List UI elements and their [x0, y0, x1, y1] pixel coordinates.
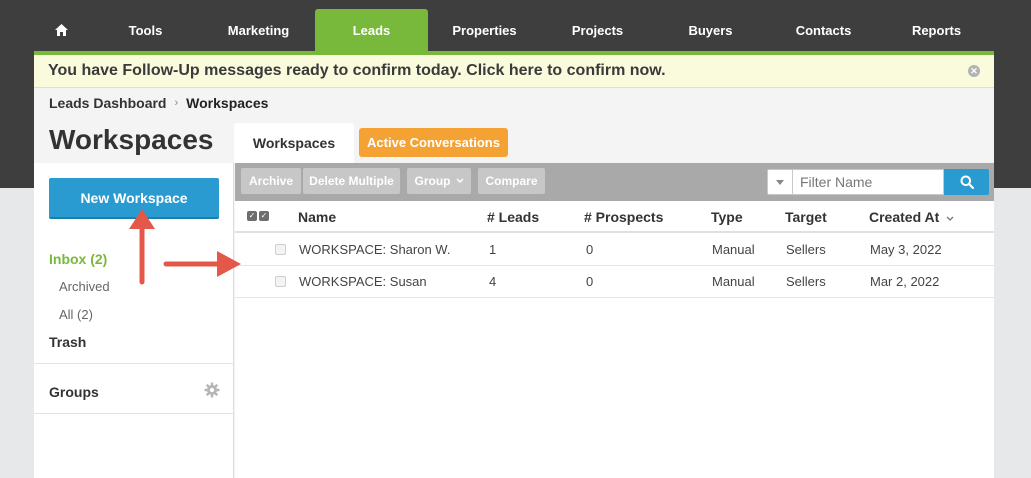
sidebar-divider [34, 363, 234, 364]
tab-workspaces[interactable]: Workspaces [234, 123, 354, 163]
filter-dropdown[interactable] [767, 169, 793, 195]
nav-properties[interactable]: Properties [428, 9, 541, 51]
sidebar-item-trash[interactable]: Trash [49, 334, 86, 350]
nav-reports[interactable]: Reports [880, 9, 993, 51]
row-checkbox[interactable] [275, 244, 286, 255]
chevron-down-icon [455, 178, 464, 184]
sidebar-item-inbox[interactable]: Inbox (2) [49, 251, 107, 267]
main-nav: Tools Marketing Leads Properties Project… [34, 9, 994, 51]
sidebar-item-all[interactable]: All (2) [59, 307, 93, 322]
group-dropdown-button[interactable]: Group [407, 168, 471, 194]
select-all-checkbox[interactable]: ✓ [247, 211, 257, 221]
banner-text[interactable]: You have Follow-Up messages ready to con… [48, 62, 666, 80]
close-icon[interactable]: ✕ [968, 65, 980, 77]
sidebar-groups-heading: Groups [49, 384, 99, 400]
page-title: Workspaces [49, 124, 214, 155]
nav-leads[interactable]: Leads [315, 9, 428, 51]
table-row[interactable]: WORKSPACE: Sharon W. 1 0 Manual Sellers … [235, 234, 994, 266]
created-at-label: Created At [869, 209, 940, 225]
row-leads: 1 [489, 242, 497, 257]
row-name[interactable]: WORKSPACE: Sharon W. [299, 242, 450, 257]
column-header-leads[interactable]: # Leads [487, 209, 539, 225]
breadcrumb-current: Workspaces [186, 95, 269, 111]
table-header: ✓ ✓ Name # Leads # Prospects Type Target… [235, 201, 994, 233]
column-header-created-at[interactable]: Created At [869, 209, 954, 225]
search-button[interactable] [944, 169, 989, 195]
column-header-type[interactable]: Type [711, 209, 743, 225]
row-target: Sellers [786, 274, 826, 289]
row-prospects: 0 [586, 274, 594, 289]
breadcrumb-leads-dashboard[interactable]: Leads Dashboard [49, 95, 166, 111]
sidebar-item-archived[interactable]: Archived [59, 279, 110, 294]
nav-marketing[interactable]: Marketing [202, 9, 315, 51]
tab-active-conversations[interactable]: Active Conversations [359, 128, 508, 157]
sidebar-divider [34, 413, 234, 414]
row-leads: 4 [489, 274, 497, 289]
column-header-name[interactable]: Name [298, 209, 336, 225]
sort-chevron-icon [946, 216, 954, 221]
table-row[interactable]: WORKSPACE: Susan 4 0 Manual Sellers Mar … [235, 266, 994, 298]
delete-multiple-button[interactable]: Delete Multiple [303, 168, 400, 194]
group-button-label: Group [414, 174, 451, 188]
filter-name-input[interactable] [793, 169, 944, 195]
row-prospects: 0 [586, 242, 594, 257]
follow-up-banner[interactable]: You have Follow-Up messages ready to con… [34, 55, 994, 88]
nav-tools[interactable]: Tools [89, 9, 202, 51]
nav-projects[interactable]: Projects [541, 9, 654, 51]
row-name[interactable]: WORKSPACE: Susan [299, 274, 427, 289]
content-panel: You have Follow-Up messages ready to con… [34, 55, 994, 478]
column-header-prospects[interactable]: # Prospects [584, 209, 663, 225]
row-target: Sellers [786, 242, 826, 257]
row-created-at: Mar 2, 2022 [870, 274, 940, 289]
nav-contacts[interactable]: Contacts [767, 9, 880, 51]
row-type: Manual [712, 274, 755, 289]
column-header-target[interactable]: Target [785, 209, 827, 225]
list-toolbar: Archive Delete Multiple Group Compare [235, 163, 994, 201]
nav-buyers[interactable]: Buyers [654, 9, 767, 51]
home-icon [55, 24, 68, 36]
row-checkbox[interactable] [275, 276, 286, 287]
row-type: Manual [712, 242, 755, 257]
archive-button[interactable]: Archive [241, 168, 301, 194]
new-workspace-button[interactable]: New Workspace [49, 178, 219, 219]
gear-icon[interactable] [204, 382, 220, 398]
nav-home[interactable] [34, 9, 89, 51]
select-all-checkbox[interactable]: ✓ [259, 211, 269, 221]
compare-button[interactable]: Compare [478, 168, 545, 194]
search-icon [960, 175, 974, 189]
breadcrumb: Leads Dashboard › Workspaces [49, 95, 268, 111]
workspace-list: Archive Delete Multiple Group Compare Fi… [235, 163, 994, 478]
sidebar: New Workspace Inbox (2) Archived All (2)… [34, 163, 234, 478]
caret-down-icon [776, 179, 784, 185]
breadcrumb-separator: › [174, 97, 179, 109]
row-created-at: May 3, 2022 [870, 242, 942, 257]
